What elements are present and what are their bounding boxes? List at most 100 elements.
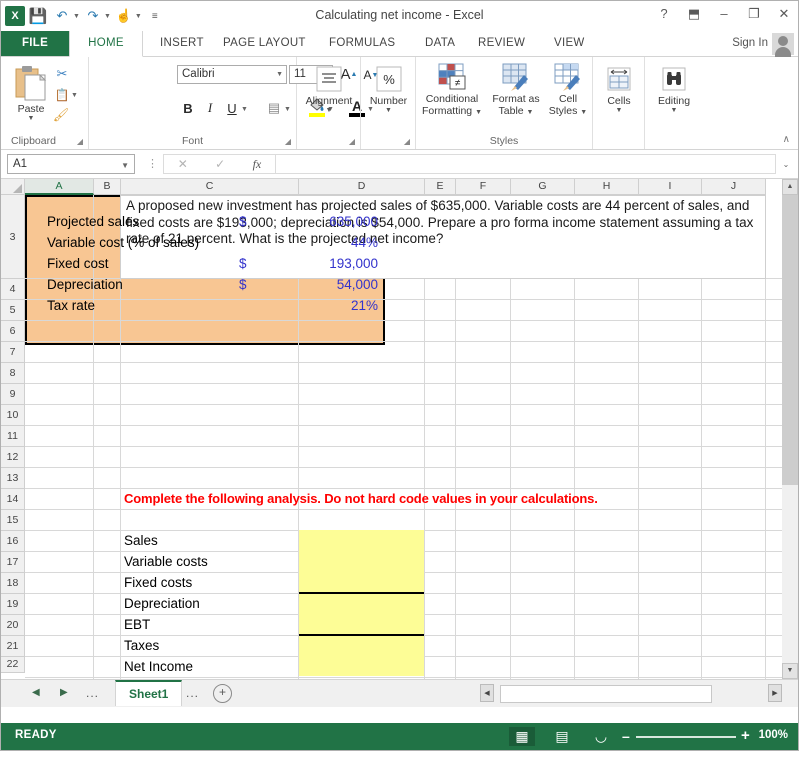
tab-formulas[interactable]: FORMULAS	[318, 31, 406, 56]
cells-button[interactable]: Cells ▼	[594, 63, 644, 115]
minimize-button[interactable]: –	[716, 5, 732, 23]
column-header-e[interactable]: E	[425, 179, 456, 195]
alignment-dialog-launcher[interactable]: ◢	[349, 137, 355, 146]
analysis-label-depreciation[interactable]: Depreciation	[124, 594, 294, 614]
number-dialog-launcher[interactable]: ◢	[404, 137, 410, 146]
tab-home[interactable]: HOME	[69, 31, 143, 57]
scroll-up-icon[interactable]: ▲	[782, 179, 798, 195]
row-header-3[interactable]: 3	[1, 195, 25, 279]
horizontal-scroll-thumb[interactable]	[500, 685, 712, 703]
account-avatar-icon[interactable]	[772, 33, 794, 57]
font-name-caret-icon[interactable]: ▼	[276, 71, 283, 78]
input-row-projected-sales[interactable]: Projected sales $ 635,000	[25, 212, 798, 233]
column-header-d[interactable]: D	[299, 179, 425, 195]
column-header-f[interactable]: F	[456, 179, 511, 195]
editing-button[interactable]: Editing ▼	[646, 63, 702, 115]
input-data-box[interactable]: Projected sales $ 635,000 Variable cost …	[25, 195, 385, 345]
zoom-slider-track[interactable]	[636, 736, 736, 738]
ribbon-display-options-button[interactable]: ⬒	[686, 5, 702, 23]
sign-in-link[interactable]: Sign In	[732, 31, 768, 56]
row-header-11[interactable]: 11	[1, 426, 25, 447]
number-button[interactable]: % Number ▼	[362, 63, 415, 115]
input-row-variable-cost[interactable]: Variable cost (% of sales) 44%	[25, 233, 798, 254]
tab-page-layout[interactable]: PAGE LAYOUT	[212, 31, 317, 56]
sheet-overflow-right-dots[interactable]: ...	[186, 686, 199, 700]
column-header-g[interactable]: G	[511, 179, 575, 195]
column-header-a[interactable]: A	[25, 179, 94, 195]
clipboard-dialog-launcher[interactable]: ◢	[77, 137, 83, 146]
alignment-button[interactable]: Alignment ▼	[299, 63, 359, 115]
paste-button[interactable]: Paste ▼	[7, 63, 55, 123]
row-header-9[interactable]: 9	[1, 384, 25, 405]
bold-button[interactable]: B	[180, 99, 196, 117]
underline-button[interactable]: U	[224, 99, 240, 117]
row-header-18[interactable]: 18	[1, 573, 25, 594]
sheet-tab-sheet1[interactable]: Sheet1	[115, 680, 183, 706]
input-row-depreciation[interactable]: Depreciation $ 54,000	[25, 275, 798, 296]
input-row-tax-rate[interactable]: Tax rate 21%	[25, 296, 798, 317]
analysis-label-variable-costs[interactable]: Variable costs	[124, 552, 294, 572]
row-header-16[interactable]: 16	[1, 531, 25, 552]
row-header-6[interactable]: 6	[1, 321, 25, 342]
select-all-corner[interactable]	[1, 179, 25, 195]
row-header-12[interactable]: 12	[1, 447, 25, 468]
column-header-c[interactable]: C	[121, 179, 299, 195]
underline-caret-icon[interactable]: ▼	[241, 106, 248, 113]
format-painter-icon[interactable]: 🖌	[51, 107, 71, 123]
hscroll-left-icon[interactable]: ◀	[480, 684, 494, 702]
row-header-20[interactable]: 20	[1, 615, 25, 636]
analysis-value-ebt[interactable]	[299, 615, 424, 635]
sheet-overflow-left-dots[interactable]: ...	[86, 686, 99, 700]
formula-input[interactable]	[275, 154, 776, 174]
italic-button[interactable]: I	[202, 99, 218, 117]
copy-caret-icon[interactable]: ▼	[71, 92, 78, 99]
column-header-j[interactable]: J	[702, 179, 766, 195]
analysis-value-depreciation[interactable]	[299, 594, 424, 614]
alignment-caret-icon[interactable]: ▼	[299, 107, 359, 115]
row-header-22[interactable]: 22	[1, 657, 25, 673]
help-button[interactable]: ?	[656, 5, 672, 23]
analysis-value-variable-costs[interactable]	[299, 552, 424, 572]
font-dialog-launcher[interactable]: ◢	[285, 137, 291, 146]
number-caret-icon[interactable]: ▼	[362, 107, 415, 115]
paste-caret-icon[interactable]: ▼	[7, 115, 55, 123]
row-header-17[interactable]: 17	[1, 552, 25, 573]
tab-data[interactable]: DATA	[414, 31, 466, 56]
scroll-down-icon[interactable]: ▼	[782, 663, 798, 679]
row-header-21[interactable]: 21	[1, 636, 25, 657]
previous-sheet-icon[interactable]: ◀	[32, 687, 40, 698]
tab-review[interactable]: REVIEW	[467, 31, 536, 56]
zoom-out-button[interactable]: –	[622, 728, 630, 744]
analysis-value-taxes[interactable]	[299, 636, 424, 656]
analysis-label-fixed-costs[interactable]: Fixed costs	[124, 573, 294, 593]
page-break-preview-icon[interactable]: ◡	[588, 727, 614, 746]
borders-icon[interactable]: ▤	[265, 99, 283, 117]
cells-caret-icon[interactable]: ▼	[594, 107, 644, 115]
next-sheet-icon[interactable]: ▶	[60, 687, 68, 698]
analysis-label-ebt[interactable]: EBT	[124, 615, 294, 635]
row-header-15[interactable]: 15	[1, 510, 25, 531]
column-header-h[interactable]: H	[575, 179, 639, 195]
insert-function-icon[interactable]: fx	[253, 157, 262, 172]
analysis-label-net-income[interactable]: Net Income	[124, 657, 294, 677]
borders-caret-icon[interactable]: ▼	[284, 106, 291, 113]
vertical-scrollbar[interactable]: ▲ ▼	[782, 179, 798, 679]
close-button[interactable]: ✕	[776, 5, 792, 23]
row-header-8[interactable]: 8	[1, 363, 25, 384]
zoom-in-button[interactable]: +	[741, 727, 750, 744]
name-box-caret-icon[interactable]: ▼	[121, 161, 129, 170]
editing-caret-icon[interactable]: ▼	[646, 107, 702, 115]
analysis-label-sales[interactable]: Sales	[124, 531, 294, 551]
tab-insert[interactable]: INSERT	[149, 31, 215, 56]
analysis-value-sales[interactable]	[299, 531, 424, 551]
cancel-icon[interactable]: ✕	[178, 157, 188, 171]
vertical-scroll-thumb[interactable]	[782, 195, 798, 485]
hscroll-right-icon[interactable]: ▶	[768, 684, 782, 702]
conditional-formatting-button[interactable]: ≠ Conditional Formatting ▼	[418, 61, 486, 117]
zoom-level-label[interactable]: 100%	[759, 729, 788, 741]
tab-file[interactable]: FILE	[1, 31, 69, 56]
tab-view[interactable]: VIEW	[543, 31, 596, 56]
cell-styles-button[interactable]: Cell Styles ▼	[544, 61, 592, 117]
analysis-label-taxes[interactable]: Taxes	[124, 636, 294, 656]
font-name-input[interactable]: Calibri ▼	[177, 65, 287, 84]
